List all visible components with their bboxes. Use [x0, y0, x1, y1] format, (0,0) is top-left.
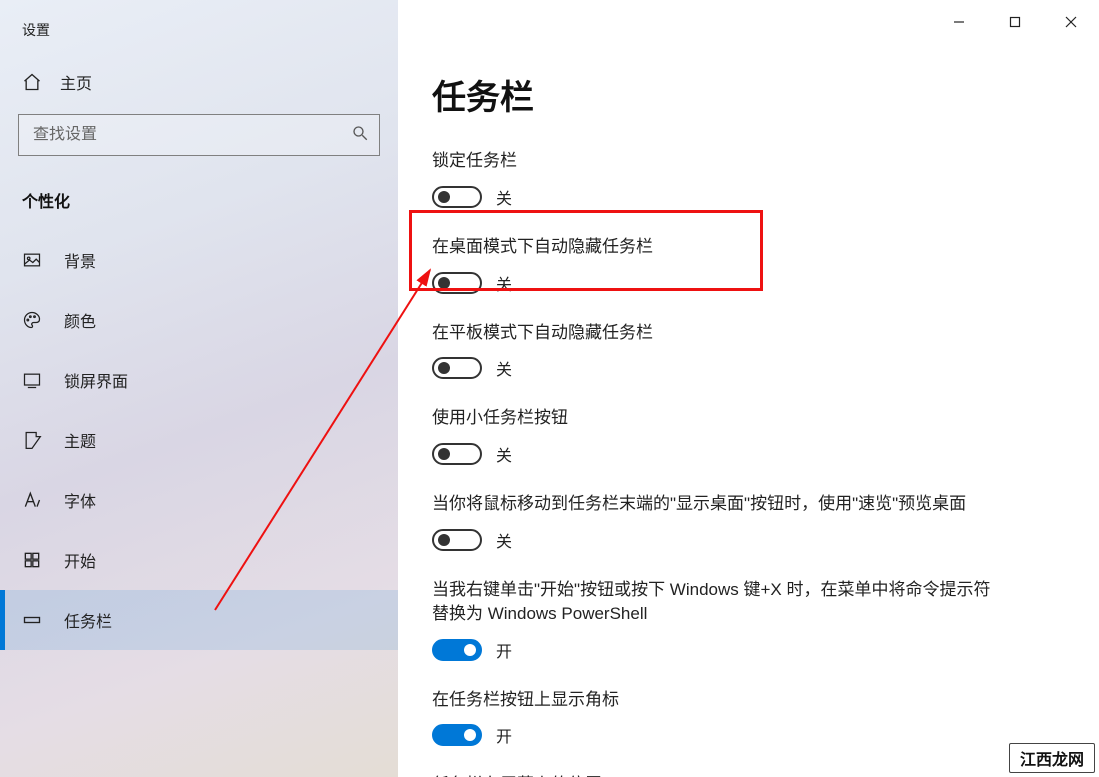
toggle-state: 关 [496, 271, 512, 295]
setting-item: 当我右键单击"开始"按钮或按下 Windows 键+X 时，在菜单中将命令提示符… [432, 578, 1069, 662]
sidebar-item-taskbar[interactable]: 任务栏 [0, 590, 398, 650]
setting-item: 在任务栏按钮上显示角标开 [432, 688, 1069, 748]
theme-icon [22, 430, 50, 450]
home-label: 主页 [60, 70, 92, 94]
setting-item: 锁定任务栏关 [432, 149, 1069, 209]
toggle-switch[interactable] [432, 443, 482, 465]
close-button[interactable] [1043, 0, 1099, 44]
window-controls [931, 0, 1099, 44]
toggle-state: 开 [496, 723, 512, 747]
setting-item: 在桌面模式下自动隐藏任务栏关 [432, 235, 1069, 295]
watermark: 江西龙网 [1009, 743, 1095, 773]
sidebar-item-background[interactable]: 背景 [0, 230, 398, 290]
search-icon [351, 124, 369, 147]
maximize-button[interactable] [987, 0, 1043, 44]
setting-item: 当你将鼠标移动到任务栏末端的"显示桌面"按钮时，使用"速览"预览桌面关 [432, 492, 1069, 552]
setting-item: 使用小任务栏按钮关 [432, 406, 1069, 466]
font-icon [22, 490, 50, 510]
sidebar-item-lockscreen[interactable]: 锁屏界面 [0, 350, 398, 410]
setting-label: 锁定任务栏 [432, 149, 992, 173]
window-title: 设置 [22, 20, 50, 40]
toggle-switch[interactable] [432, 186, 482, 208]
page-title: 任务栏 [432, 70, 1069, 119]
image-icon [22, 250, 50, 270]
toggle-switch[interactable] [432, 529, 482, 551]
sidebar-item-colors[interactable]: 颜色 [0, 290, 398, 350]
sidebar-item-label: 背景 [64, 248, 96, 272]
search-input[interactable] [33, 126, 351, 144]
home-icon [22, 72, 48, 92]
toggle-state: 关 [496, 356, 512, 380]
sidebar-item-label: 开始 [64, 548, 96, 572]
toggle-state: 关 [496, 442, 512, 466]
setting-label: 使用小任务栏按钮 [432, 406, 992, 430]
taskbar-icon [22, 610, 50, 630]
setting-label: 任务栏在屏幕上的位置 [432, 773, 992, 777]
setting-item: 在平板模式下自动隐藏任务栏关 [432, 321, 1069, 381]
toggle-state: 关 [496, 528, 512, 552]
taskbar-position-setting: 任务栏在屏幕上的位置 [432, 773, 1069, 777]
toggle-switch[interactable] [432, 272, 482, 294]
toggle-switch[interactable] [432, 724, 482, 746]
sidebar: 设置 主页 个性化 背景 [0, 0, 398, 777]
sidebar-item-fonts[interactable]: 字体 [0, 470, 398, 530]
setting-label: 在桌面模式下自动隐藏任务栏 [432, 235, 992, 259]
minimize-button[interactable] [931, 0, 987, 44]
section-header: 个性化 [22, 188, 398, 212]
setting-label: 当你将鼠标移动到任务栏末端的"显示桌面"按钮时，使用"速览"预览桌面 [432, 492, 992, 516]
search-box[interactable] [18, 114, 380, 156]
start-icon [22, 550, 50, 570]
home-link[interactable]: 主页 [22, 70, 398, 94]
toggle-state: 开 [496, 638, 512, 662]
setting-label: 在平板模式下自动隐藏任务栏 [432, 321, 992, 345]
lockscreen-icon [22, 370, 50, 390]
setting-label: 在任务栏按钮上显示角标 [432, 688, 992, 712]
toggle-switch[interactable] [432, 357, 482, 379]
content-area: 任务栏 锁定任务栏关在桌面模式下自动隐藏任务栏关在平板模式下自动隐藏任务栏关使用… [398, 0, 1099, 777]
sidebar-item-label: 主题 [64, 428, 96, 452]
sidebar-item-label: 任务栏 [64, 608, 112, 632]
sidebar-item-start[interactable]: 开始 [0, 530, 398, 590]
sidebar-item-label: 颜色 [64, 308, 96, 332]
palette-icon [22, 310, 50, 330]
sidebar-item-label: 锁屏界面 [64, 368, 128, 392]
sidebar-item-themes[interactable]: 主题 [0, 410, 398, 470]
setting-label: 当我右键单击"开始"按钮或按下 Windows 键+X 时，在菜单中将命令提示符… [432, 578, 992, 626]
sidebar-item-label: 字体 [64, 488, 96, 512]
toggle-state: 关 [496, 185, 512, 209]
toggle-switch[interactable] [432, 639, 482, 661]
